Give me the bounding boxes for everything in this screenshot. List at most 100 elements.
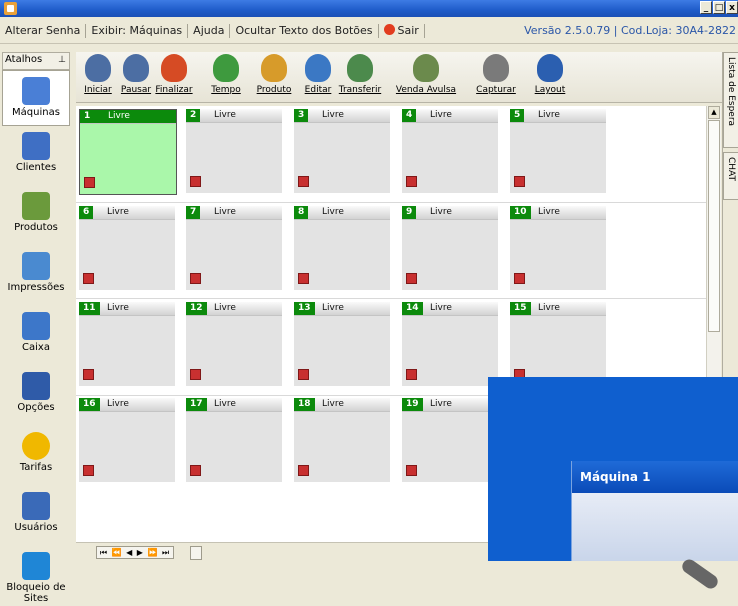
machine-status: Livre <box>430 399 452 409</box>
machine-card[interactable]: 9 Livre <box>402 206 498 290</box>
finish-clock-icon <box>161 54 187 82</box>
edit-icon <box>305 54 331 82</box>
machine-card[interactable]: 4 Livre <box>402 109 498 193</box>
toolbar-button-2[interactable]: Finalizar <box>152 54 196 95</box>
machine-number: 5 <box>510 109 525 122</box>
machine-card[interactable]: 16 Livre <box>79 398 175 482</box>
machine-card[interactable]: 19 Livre <box>402 398 498 482</box>
machine-card[interactable]: 3 Livre <box>294 109 390 193</box>
toolbar-button-9[interactable]: Layout <box>528 54 572 95</box>
transfer-icon <box>347 54 373 82</box>
minimize-button[interactable]: _ <box>700 1 712 14</box>
machine-offline-icon <box>190 176 201 187</box>
scroll-up-icon[interactable]: ▲ <box>708 106 720 119</box>
horizontal-scroll-thumb[interactable] <box>190 546 202 560</box>
machine-card-header: 16 Livre <box>79 398 175 412</box>
sidebar-item-1[interactable]: Clientes <box>0 132 72 186</box>
menu-alterar-senha[interactable]: Alterar Senha <box>0 24 87 38</box>
machine-card[interactable]: 8 Livre <box>294 206 390 290</box>
machine-popup[interactable]: Máquina 1 <box>571 461 738 592</box>
machine-card[interactable]: 15 Livre <box>510 302 606 386</box>
toolbar-button-7[interactable]: Venda Avulsa <box>394 54 458 95</box>
machine-offline-icon <box>406 369 417 380</box>
machine-card[interactable]: 6 Livre <box>79 206 175 290</box>
machine-card-header: 18 Livre <box>294 398 390 412</box>
sidebar-item-6[interactable]: Tarifas <box>0 432 72 486</box>
machine-offline-icon <box>514 273 525 284</box>
machine-card[interactable]: 17 Livre <box>186 398 282 482</box>
machine-number: 2 <box>186 109 201 122</box>
machine-card[interactable]: 11 Livre <box>79 302 175 386</box>
tab-lista-de-espera-label: Lista de Espera <box>726 57 736 127</box>
toolbar-button-8[interactable]: Capturar <box>474 54 518 95</box>
machine-card-header: 17 Livre <box>186 398 282 412</box>
machine-offline-icon <box>298 176 309 187</box>
close-button[interactable]: x <box>726 1 738 14</box>
sidebar-item-2[interactable]: Produtos <box>0 192 72 246</box>
popup-title: Máquina 1 <box>572 461 738 493</box>
machine-status: Livre <box>322 399 344 409</box>
machine-card[interactable]: 10 Livre <box>510 206 606 290</box>
machine-card[interactable]: 14 Livre <box>402 302 498 386</box>
machine-card[interactable]: 12 Livre <box>186 302 282 386</box>
machine-status: Livre <box>107 303 129 313</box>
computers-icon <box>22 77 50 105</box>
machine-card-header: 4 Livre <box>402 109 498 123</box>
machine-status: Livre <box>538 110 560 120</box>
menu-ajuda[interactable]: Ajuda <box>188 24 231 38</box>
machine-offline-icon <box>83 273 94 284</box>
machine-offline-icon <box>406 465 417 476</box>
menu-exibir-maquinas[interactable]: Exibir: Máquinas <box>86 24 189 38</box>
machine-offline-icon <box>83 465 94 476</box>
machine-card-header: 11 Livre <box>79 302 175 316</box>
users-icon <box>22 492 50 520</box>
machine-card[interactable]: 2 Livre <box>186 109 282 193</box>
tab-chat[interactable]: CHAT <box>723 152 738 200</box>
machine-card[interactable]: 1 Livre <box>79 109 177 195</box>
menu-bar: Alterar Senha Exibir: Máquinas Ajuda Ocu… <box>0 19 738 44</box>
machine-card[interactable]: 7 Livre <box>186 206 282 290</box>
machine-offline-icon <box>298 369 309 380</box>
row-separator <box>76 298 706 299</box>
cart-sale-icon <box>413 54 439 82</box>
machine-card-header: 1 Livre <box>80 110 176 124</box>
record-navigation[interactable]: ⏮ ⏪ ◀ ▶ ⏩ ⏭ <box>96 546 174 559</box>
sidebar-item-7[interactable]: Usuários <box>0 492 72 546</box>
popup-body <box>572 493 738 592</box>
sidebar-item-4[interactable]: Caixa <box>0 312 72 366</box>
shopping-cart-icon <box>22 192 50 220</box>
sidebar-header: Atalhos ⊥ <box>2 52 70 70</box>
machine-card[interactable]: 13 Livre <box>294 302 390 386</box>
toolbar-button-label: Tempo <box>211 85 241 95</box>
machine-offline-icon <box>406 273 417 284</box>
machine-offline-icon <box>190 465 201 476</box>
sidebar-item-8[interactable]: Bloqueio de Sites <box>0 552 72 606</box>
machine-offline-icon <box>298 273 309 284</box>
machine-card-header: 6 Livre <box>79 206 175 220</box>
menu-ocultar-texto[interactable]: Ocultar Texto dos Botões <box>230 24 379 38</box>
tab-lista-de-espera[interactable]: Lista de Espera <box>723 52 738 148</box>
menu-sair[interactable]: Sair <box>379 24 425 38</box>
machine-status: Livre <box>214 110 236 120</box>
sidebar-item-5[interactable]: Opções <box>0 372 72 426</box>
machine-card[interactable]: 5 Livre <box>510 109 606 193</box>
toolbar-button-6[interactable]: Transferir <box>338 54 382 95</box>
toolbar-button-4[interactable]: Produto <box>252 54 296 95</box>
toolbar-button-5[interactable]: Editar <box>296 54 340 95</box>
machine-number: 10 <box>510 206 531 219</box>
scroll-thumb[interactable] <box>708 120 720 332</box>
machine-status: Livre <box>107 207 129 217</box>
machine-card-header: 10 Livre <box>510 206 606 220</box>
machine-status: Livre <box>322 303 344 313</box>
sidebar-item-3[interactable]: Impressões <box>0 252 72 306</box>
machine-number: 1 <box>80 110 95 123</box>
toolbar-button-3[interactable]: Tempo <box>204 54 248 95</box>
machine-card-header: 2 Livre <box>186 109 282 123</box>
machine-card[interactable]: 18 Livre <box>294 398 390 482</box>
sidebar-item-0[interactable]: Máquinas <box>2 70 70 126</box>
maximize-button[interactable]: □ <box>713 1 725 14</box>
shortcuts-sidebar: Atalhos ⊥ Máquinas Clientes Produtos Impress… <box>0 52 72 604</box>
pin-icon[interactable]: ⊥ <box>58 53 66 67</box>
machine-status: Livre <box>322 110 344 120</box>
machine-card-header: 19 Livre <box>402 398 498 412</box>
